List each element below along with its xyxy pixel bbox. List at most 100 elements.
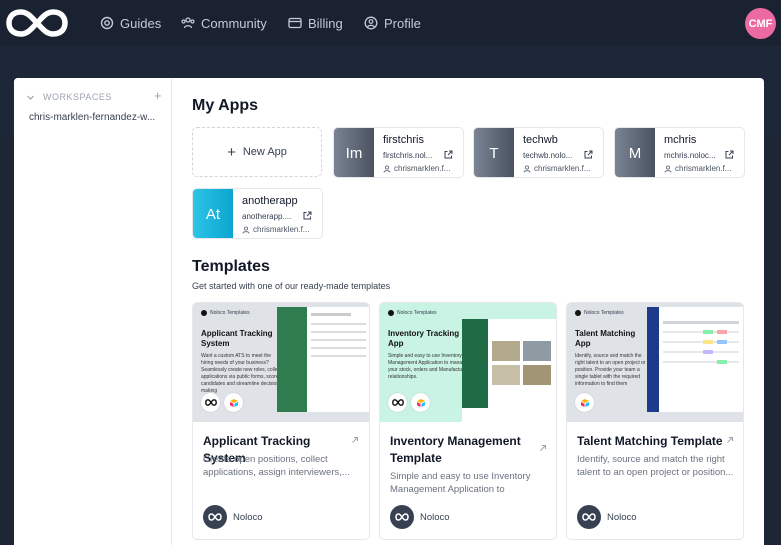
template-description: Create open positions, collect applicati… xyxy=(203,454,350,478)
preview-title: Applicant Tracking System xyxy=(201,329,273,348)
author-name: Noloco xyxy=(607,511,637,523)
my-apps-title: My Apps xyxy=(192,97,259,114)
preview-brand: Noloco Templates xyxy=(201,310,250,316)
template-card-talent-matching[interactable]: Noloco Templates Talent Matching App Ide… xyxy=(566,302,744,540)
app-url: anotherapp.... xyxy=(242,212,292,221)
app-owner-label: chrismarklen.f... xyxy=(394,164,451,173)
users-icon xyxy=(181,17,195,29)
app-thumbnail: At xyxy=(193,189,233,238)
template-preview: Noloco Templates Talent Matching App Ide… xyxy=(567,303,743,422)
add-workspace-button[interactable]: + xyxy=(154,89,162,102)
user-icon xyxy=(523,164,531,173)
external-link-icon[interactable] xyxy=(444,150,453,159)
template-description: Simple and easy to use Inventory Managem… xyxy=(390,471,531,495)
workspaces-label: WORKSPACES xyxy=(43,92,112,102)
sidebar-item-workspace[interactable]: chris-marklen-fernandez-w... xyxy=(29,112,159,123)
app-name: firstchris xyxy=(383,134,424,146)
app-name: anotherapp xyxy=(242,195,298,207)
airtable-badge-icon xyxy=(224,393,243,412)
app-card-mchris[interactable]: M mchris mchris.noloc... chrismarklen.f.… xyxy=(614,127,745,178)
life-ring-icon xyxy=(100,16,114,30)
chevron-down-icon[interactable] xyxy=(26,93,35,102)
nav-billing[interactable]: Billing xyxy=(288,13,343,33)
arrow-up-right-icon xyxy=(540,445,546,451)
template-badges xyxy=(388,393,434,412)
nav-guides[interactable]: Guides xyxy=(100,13,161,33)
template-preview: Noloco Templates Inventory Tracking App … xyxy=(380,303,556,422)
preview-app-mockup xyxy=(277,307,369,412)
app-owner: chrismarklen.f... xyxy=(242,225,320,234)
nav-guides-label: Guides xyxy=(120,15,162,31)
new-app-button[interactable]: + New App xyxy=(192,127,322,177)
nav-profile-label: Profile xyxy=(384,15,421,31)
app-owner: chrismarklen.f... xyxy=(523,164,601,173)
noloco-badge-icon xyxy=(388,393,407,412)
template-card-applicant-tracking[interactable]: Noloco Templates Applicant Tracking Syst… xyxy=(192,302,370,540)
app-card-anotherapp[interactable]: At anotherapp anotherapp.... chrismarkle… xyxy=(192,188,323,239)
user-circle-icon xyxy=(364,16,378,30)
author-name: Noloco xyxy=(233,511,263,523)
template-name: Talent Matching Template xyxy=(577,434,723,448)
airtable-badge-icon xyxy=(575,393,594,412)
external-link-icon[interactable] xyxy=(725,150,734,159)
app-url: techwb.nolo... xyxy=(523,151,573,160)
app-owner-label: chrismarklen.f... xyxy=(253,225,310,234)
app-owner-label: chrismarklen.f... xyxy=(534,164,591,173)
app-url: mchris.noloc... xyxy=(664,151,716,160)
nav-profile[interactable]: Profile xyxy=(364,13,421,33)
noloco-author-icon xyxy=(577,505,601,529)
preview-title: Talent Matching App xyxy=(575,329,636,348)
new-app-label: New App xyxy=(242,146,287,158)
workspaces-header: WORKSPACES + xyxy=(26,89,162,104)
noloco-badge-icon xyxy=(201,393,220,412)
template-badges xyxy=(201,393,247,412)
preview-brand: Noloco Templates xyxy=(575,310,624,316)
preview-description: Simple and easy to use Inventory Managem… xyxy=(388,353,469,380)
app-card-techwb[interactable]: T techwb techwb.nolo... chrismarklen.f..… xyxy=(473,127,604,178)
app-owner: chrismarklen.f... xyxy=(664,164,742,173)
noloco-mini-logo-icon xyxy=(388,310,394,316)
arrow-up-right-icon xyxy=(352,437,358,443)
noloco-author-icon xyxy=(390,505,414,529)
app-owner: chrismarklen.f... xyxy=(383,164,461,173)
plus-icon: + xyxy=(227,143,236,161)
noloco-logo-icon[interactable] xyxy=(6,8,68,38)
template-description: Identify, source and match the right tal… xyxy=(577,454,734,478)
airtable-badge-icon xyxy=(411,393,430,412)
app-thumbnail: M xyxy=(615,128,655,177)
user-icon xyxy=(242,225,250,234)
nav-community-label: Community xyxy=(201,15,267,31)
preview-brand: Noloco Templates xyxy=(388,310,437,316)
external-link-icon[interactable] xyxy=(303,211,312,220)
author-name: Noloco xyxy=(420,511,450,523)
user-icon xyxy=(383,164,391,173)
workspace-sidebar: WORKSPACES + chris-marklen-fernandez-w..… xyxy=(14,78,172,545)
app-card-firstchris[interactable]: Im firstchris firstchris.nol... chrismar… xyxy=(333,127,464,178)
templates-subtitle: Get started with one of our ready-made t… xyxy=(192,281,391,291)
noloco-mini-logo-icon xyxy=(575,310,581,316)
app-name: mchris xyxy=(664,134,697,146)
main-content: My Apps + New App Im firstchris firstchr… xyxy=(172,78,764,545)
noloco-mini-logo-icon xyxy=(201,310,207,316)
main-panel: WORKSPACES + chris-marklen-fernandez-w..… xyxy=(14,78,764,545)
preview-description: Identify, source and match the right tal… xyxy=(575,353,646,387)
preview-app-mockup xyxy=(647,307,743,412)
credit-card-icon xyxy=(288,17,302,29)
preview-title: Inventory Tracking App xyxy=(388,329,460,348)
app-owner-label: chrismarklen.f... xyxy=(675,164,732,173)
app-thumbnail: T xyxy=(474,128,514,177)
template-author: Noloco xyxy=(203,505,263,529)
user-avatar[interactable]: CMF xyxy=(745,8,776,39)
app-thumbnail: Im xyxy=(334,128,374,177)
arrow-up-right-icon xyxy=(727,437,733,443)
external-link-icon[interactable] xyxy=(584,150,593,159)
app-name: techwb xyxy=(523,134,558,146)
nav-billing-label: Billing xyxy=(308,15,343,31)
noloco-author-icon xyxy=(203,505,227,529)
preview-app-mockup xyxy=(462,319,556,422)
nav-community[interactable]: Community xyxy=(181,13,267,33)
template-card-inventory-management[interactable]: Noloco Templates Inventory Tracking App … xyxy=(379,302,557,540)
template-badges xyxy=(575,393,598,412)
template-author: Noloco xyxy=(577,505,637,529)
user-icon xyxy=(664,164,672,173)
